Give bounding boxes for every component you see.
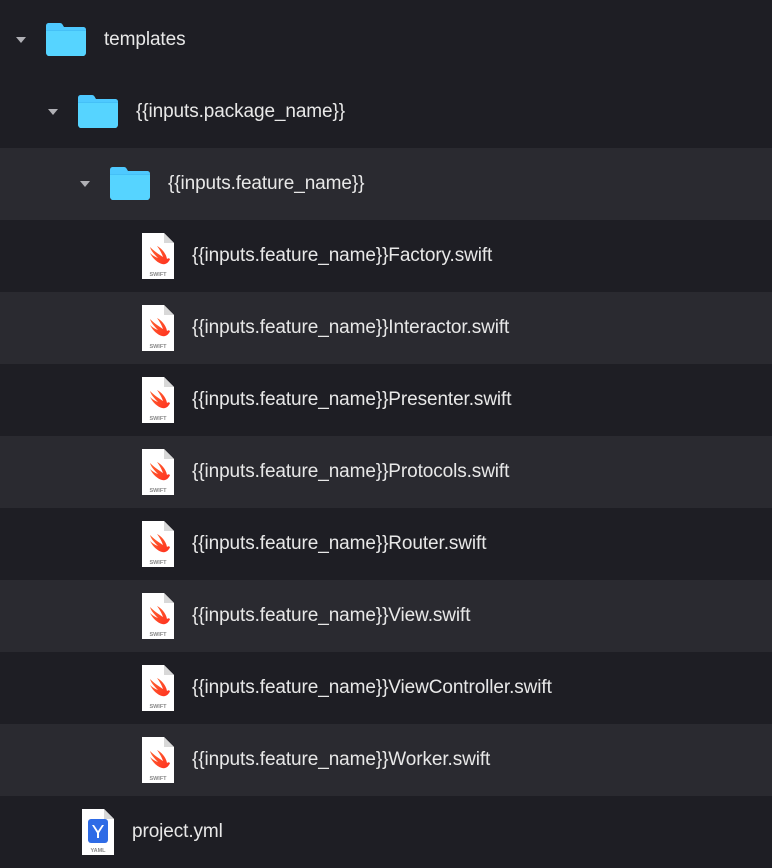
file-name-label: {{inputs.feature_name}}View.swift bbox=[192, 605, 470, 627]
tree-row-package[interactable]: {{inputs.package_name}} bbox=[0, 76, 772, 148]
swift-file-icon bbox=[138, 375, 178, 425]
swift-file-icon bbox=[138, 303, 178, 353]
swift-file-icon bbox=[138, 735, 178, 785]
tree-row-file[interactable]: {{inputs.feature_name}}Presenter.swift bbox=[0, 364, 772, 436]
file-name-label: {{inputs.feature_name}}Router.swift bbox=[192, 533, 486, 555]
file-name-label: {{inputs.feature_name}}Interactor.swift bbox=[192, 317, 509, 339]
chevron-down-icon[interactable] bbox=[46, 105, 60, 119]
swift-file-icon bbox=[138, 591, 178, 641]
tree-item-label: {{inputs.feature_name}} bbox=[168, 173, 364, 195]
tree-row-file[interactable]: {{inputs.feature_name}}Router.swift bbox=[0, 508, 772, 580]
swift-file-icon bbox=[138, 663, 178, 713]
tree-row-file[interactable]: {{inputs.feature_name}}Factory.swift bbox=[0, 220, 772, 292]
file-tree: templates {{inputs.package_name}} {{inpu… bbox=[0, 0, 772, 868]
tree-row-file[interactable]: {{inputs.feature_name}}View.swift bbox=[0, 580, 772, 652]
tree-item-label: {{inputs.package_name}} bbox=[136, 101, 345, 123]
file-name-label: {{inputs.feature_name}}Worker.swift bbox=[192, 749, 490, 771]
tree-row-feature[interactable]: {{inputs.feature_name}} bbox=[0, 148, 772, 220]
file-name-label: project.yml bbox=[132, 821, 223, 843]
folder-icon bbox=[74, 88, 122, 136]
tree-row-file[interactable]: {{inputs.feature_name}}Worker.swift bbox=[0, 724, 772, 796]
tree-row-file[interactable]: {{inputs.feature_name}}ViewController.sw… bbox=[0, 652, 772, 724]
swift-file-icon bbox=[138, 519, 178, 569]
file-name-label: {{inputs.feature_name}}Protocols.swift bbox=[192, 461, 509, 483]
file-name-label: {{inputs.feature_name}}Factory.swift bbox=[192, 245, 492, 267]
folder-icon bbox=[42, 16, 90, 64]
yaml-file-icon bbox=[78, 807, 118, 857]
file-name-label: {{inputs.feature_name}}ViewController.sw… bbox=[192, 677, 552, 699]
tree-row-project-yml[interactable]: project.yml bbox=[0, 796, 772, 868]
chevron-down-icon[interactable] bbox=[14, 33, 28, 47]
file-name-label: {{inputs.feature_name}}Presenter.swift bbox=[192, 389, 511, 411]
tree-row-file[interactable]: {{inputs.feature_name}}Interactor.swift bbox=[0, 292, 772, 364]
tree-item-label: templates bbox=[104, 29, 185, 51]
chevron-down-icon[interactable] bbox=[78, 177, 92, 191]
swift-file-icon bbox=[138, 231, 178, 281]
tree-row-templates[interactable]: templates bbox=[0, 4, 772, 76]
folder-icon bbox=[106, 160, 154, 208]
swift-file-icon bbox=[138, 447, 178, 497]
tree-row-file[interactable]: {{inputs.feature_name}}Protocols.swift bbox=[0, 436, 772, 508]
